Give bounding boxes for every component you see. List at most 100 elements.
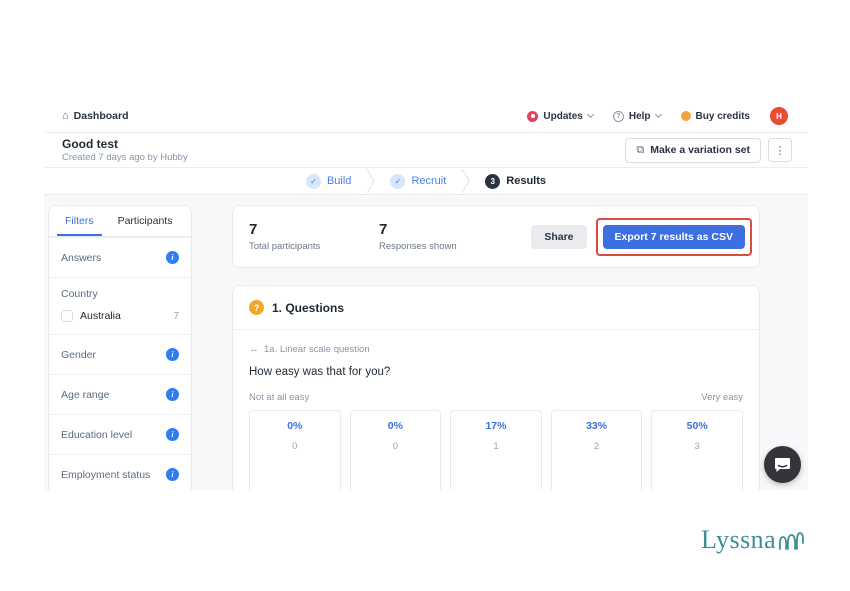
variation-icon: ⧉ [636, 143, 645, 156]
gender-label: Gender [61, 348, 97, 361]
stat-value: 7 [379, 221, 388, 238]
home-icon: ⌂ [62, 110, 69, 122]
questions-card-body: ↔ 1a. Linear scale question How easy was… [233, 330, 759, 490]
export-button-wrap: Export 7 results as CSV [595, 217, 752, 256]
info-icon[interactable]: i [166, 428, 179, 441]
updates-menu[interactable]: Updates [527, 110, 594, 122]
step-build[interactable]: ✓ Build [305, 173, 352, 189]
scale-label-right: Very easy [701, 392, 743, 403]
step-separator [366, 169, 376, 193]
scale-column-5: 50% 3 [651, 410, 743, 490]
summary-card: 7 Total participants 7 Responses shown S… [232, 205, 760, 268]
stat-label: Responses shown [379, 241, 457, 252]
more-options-button[interactable]: ⋮ [768, 138, 792, 162]
step-separator [461, 169, 470, 193]
buy-credits-label: Buy credits [695, 110, 750, 122]
user-avatar[interactable]: H [770, 107, 788, 125]
test-title-bar: Good test Created 7 days ago by Hubby ⧉ … [44, 133, 808, 168]
column-count: 0 [292, 441, 298, 452]
step-results[interactable]: 3 Results [485, 173, 547, 189]
top-bar-actions: Updates ? Help Buy credits H [527, 107, 788, 125]
chevron-down-icon [654, 110, 662, 119]
sidebar-item-employment-status[interactable]: Employment status i [49, 454, 191, 490]
questions-header-label: 1. Questions [272, 300, 345, 315]
step-results-label: Results [506, 175, 547, 187]
make-variation-button[interactable]: ⧉ Make a variation set [625, 137, 761, 163]
dashboard-link[interactable]: ⌂ Dashboard [62, 110, 129, 122]
checkbox[interactable] [61, 310, 73, 322]
help-icon: ? [612, 110, 624, 122]
column-percent: 0% [287, 420, 303, 432]
column-percent: 33% [586, 420, 608, 432]
stat-label: Total participants [249, 241, 321, 252]
country-label: Country [61, 288, 98, 300]
tab-filters[interactable]: Filters [57, 206, 102, 236]
lyssna-logo-mark [779, 532, 805, 550]
column-count: 2 [593, 441, 600, 452]
check-icon: ✓ [305, 173, 321, 189]
results-main: 7 Total participants 7 Responses shown S… [232, 205, 760, 490]
sidebar-item-age-range[interactable]: Age range i [49, 374, 191, 414]
linear-scale-icon: ↔ [249, 344, 259, 355]
buy-credits-button[interactable]: Buy credits [680, 110, 750, 122]
column-percent: 50% [686, 420, 708, 432]
test-title-block: Good test Created 7 days ago by Hubby [62, 137, 188, 164]
title-bar-actions: ⧉ Make a variation set ⋮ [625, 137, 792, 163]
column-percent: 17% [485, 420, 507, 432]
step-number-badge: 3 [485, 173, 501, 189]
question-section-icon: ? [249, 300, 264, 315]
chat-widget-button[interactable] [764, 446, 801, 483]
share-button[interactable]: Share [531, 224, 587, 249]
app-window: ⌂ Dashboard Updates ? Help Buy credits H… [44, 100, 808, 490]
info-icon[interactable]: i [166, 468, 179, 481]
option-label: Australia [80, 310, 121, 322]
test-title: Good test [62, 136, 118, 151]
age-range-label: Age range [61, 388, 110, 401]
employment-status-label: Employment status [61, 468, 151, 481]
answers-label: Answers [61, 251, 102, 264]
stat-total-participants: 7 Total participants [249, 221, 379, 252]
scale-column-3: 17% 1 [450, 410, 542, 490]
chevron-down-icon [586, 110, 594, 119]
updates-label: Updates [543, 110, 583, 122]
stat-value: 7 [249, 221, 258, 238]
top-navigation-bar: ⌂ Dashboard Updates ? Help Buy credits H [44, 100, 808, 133]
messenger-icon [775, 457, 790, 472]
column-count: 1 [493, 441, 499, 452]
credits-coin-icon [680, 111, 691, 121]
updates-icon [527, 110, 539, 122]
workflow-steps: ✓ Build ✓ Recruit 3 Results [44, 168, 808, 195]
help-label: Help [628, 110, 651, 122]
column-percent: 0% [387, 420, 403, 432]
info-icon[interactable]: i [166, 388, 179, 401]
option-count: 7 [173, 310, 179, 322]
info-icon[interactable]: i [166, 348, 179, 361]
step-build-label: Build [326, 175, 352, 187]
sidebar-item-answers[interactable]: Answers i [49, 237, 191, 277]
sidebar-tabs: Filters Participants [49, 206, 191, 237]
help-menu[interactable]: ? Help [612, 110, 662, 122]
test-subtitle: Created 7 days ago by Hubby [62, 152, 188, 164]
scale-labels-row: Not at all easy Very easy [249, 392, 743, 403]
kebab-icon: ⋮ [774, 144, 786, 157]
lyssna-logo: Lyssna [701, 527, 805, 553]
scale-chart: 0% 0 0% 0 17% 1 33% 2 50% 3 [249, 410, 743, 490]
make-variation-label: Make a variation set [650, 144, 750, 156]
scale-column-2: 0% 0 [349, 410, 442, 490]
column-count: 3 [694, 441, 700, 452]
step-recruit[interactable]: ✓ Recruit [390, 173, 446, 189]
sidebar-group-country: Country Australia 7 [49, 277, 191, 334]
scale-label-left: Not at all easy [249, 392, 310, 403]
check-icon: ✓ [390, 173, 406, 189]
filters-sidebar: Filters Participants Answers i Country A… [48, 205, 192, 490]
scale-column-4: 33% 2 [550, 410, 643, 490]
sidebar-item-gender[interactable]: Gender i [49, 334, 191, 374]
country-option-australia[interactable]: Australia 7 [61, 310, 179, 322]
question-type-row: ↔ 1a. Linear scale question [249, 344, 743, 355]
questions-card: ? 1. Questions ↔ 1a. Linear scale questi… [232, 285, 760, 490]
tab-participants[interactable]: Participants [110, 206, 181, 236]
sidebar-item-education-level[interactable]: Education level i [49, 414, 191, 454]
export-csv-button[interactable]: Export 7 results as CSV [602, 224, 745, 249]
info-icon[interactable]: i [166, 251, 179, 264]
dashboard-label: Dashboard [73, 110, 129, 122]
